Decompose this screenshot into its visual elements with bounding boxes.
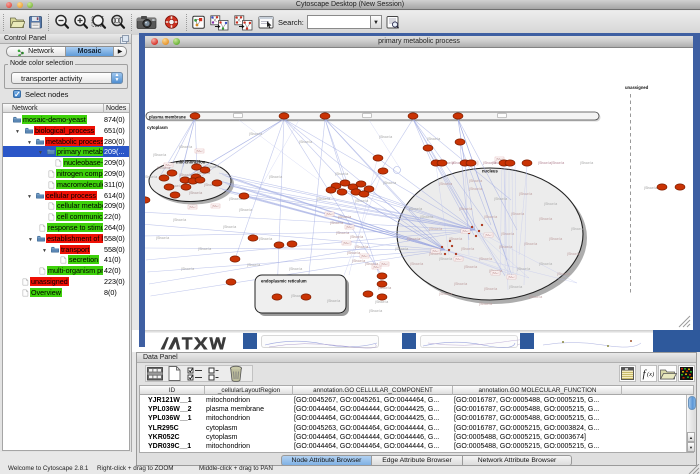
svg-text:(Show la: (Show la	[551, 161, 564, 165]
svg-text:(Show la: (Show la	[223, 225, 236, 229]
svg-text:(Show la: (Show la	[464, 265, 477, 269]
svg-text:(Show la: (Show la	[429, 227, 442, 231]
svg-text:(Show la: (Show la	[383, 181, 396, 185]
svg-text:endoplasmic reticulum: endoplasmic reticulum	[261, 279, 307, 284]
svg-text:(Sho l: (Sho l	[346, 225, 354, 229]
svg-text:(Show la: (Show la	[539, 217, 552, 221]
svg-text:(Show la: (Show la	[499, 245, 512, 249]
svg-text:(Sho l: (Sho l	[361, 254, 369, 258]
svg-text:(x): (x)	[647, 371, 654, 378]
svg-text:(Show la: (Show la	[247, 263, 260, 267]
svg-text:(Show la: (Show la	[338, 215, 351, 219]
svg-text:(Show la: (Show la	[289, 267, 302, 271]
svg-text:(Show la: (Show la	[529, 295, 542, 299]
svg-text:(Show la: (Show la	[517, 267, 530, 271]
svg-text:(Show la: (Show la	[539, 262, 552, 266]
svg-text:(Sho l: (Sho l	[373, 265, 381, 269]
svg-text:(Show la: (Show la	[524, 242, 537, 246]
svg-text:(Show la: (Show la	[375, 300, 388, 304]
svg-text:mitochondrion: mitochondrion	[176, 160, 206, 165]
svg-text:(Show la: (Show la	[519, 192, 532, 196]
svg-text:(Show la: (Show la	[379, 135, 392, 139]
svg-text:cytoplasm: cytoplasm	[147, 125, 168, 130]
svg-text:(Show la: (Show la	[355, 199, 368, 203]
svg-text:(Show la: (Show la	[153, 153, 166, 157]
svg-text:(Show la: (Show la	[409, 207, 422, 211]
svg-text:(Show la: (Show la	[439, 257, 452, 261]
svg-text:(Sho l: (Sho l	[189, 205, 197, 209]
svg-text:(Show la: (Show la	[479, 302, 492, 306]
svg-text:(Show la: (Show la	[327, 299, 340, 303]
svg-text:(Show la: (Show la	[330, 221, 343, 225]
svg-text:(Show la: (Show la	[179, 145, 192, 149]
svg-text:(Show la: (Show la	[369, 309, 382, 313]
svg-text:(Show la: (Show la	[484, 287, 497, 291]
svg-text:(Sho l: (Sho l	[432, 249, 440, 253]
svg-text:(Show la: (Show la	[509, 285, 522, 289]
svg-text:(Show la: (Show la	[189, 191, 202, 195]
svg-text:(Sho l: (Sho l	[343, 241, 351, 245]
svg-text:(Sho l: (Sho l	[508, 275, 516, 279]
svg-text:(Show la: (Show la	[299, 140, 312, 144]
svg-text:(Show la: (Show la	[580, 161, 593, 165]
svg-text:(Show la: (Show la	[198, 247, 211, 251]
svg-text:(Show la: (Show la	[544, 202, 557, 206]
svg-text:(Show la: (Show la	[179, 173, 192, 177]
svg-text:(Show la: (Show la	[173, 218, 186, 222]
svg-text:(Show la: (Show la	[249, 132, 262, 136]
svg-text:(Show la: (Show la	[538, 161, 551, 165]
svg-text:(Show la: (Show la	[335, 172, 348, 176]
svg-text:(Show la: (Show la	[156, 236, 169, 240]
svg-text:(Show la: (Show la	[479, 257, 492, 261]
svg-text:(Show la: (Show la	[395, 247, 408, 251]
svg-text:(Show la: (Show la	[571, 227, 584, 231]
svg-text:(Show la: (Show la	[439, 182, 452, 186]
svg-text:(Show la: (Show la	[259, 237, 272, 241]
svg-text:(Show la: (Show la	[336, 231, 349, 235]
svg-text:(Sho l: (Sho l	[212, 204, 220, 208]
svg-text:(Show la: (Show la	[347, 251, 360, 255]
svg-text:(Show la: (Show la	[317, 197, 330, 201]
svg-text:(Show la: (Show la	[427, 137, 440, 141]
svg-text:(Show la: (Show la	[449, 237, 462, 241]
svg-text:(Show la: (Show la	[407, 237, 420, 241]
svg-text:(Show la: (Show la	[494, 197, 507, 201]
svg-text:(Show la: (Show la	[557, 272, 570, 276]
svg-text:(Show la: (Show la	[511, 212, 524, 216]
svg-text:(Show la: (Show la	[239, 208, 252, 212]
svg-text:(Show la: (Show la	[567, 252, 580, 256]
svg-text:(Show la: (Show la	[549, 237, 562, 241]
svg-text:(Sho l: (Sho l	[492, 271, 500, 275]
svg-text:plasma membrane: plasma membrane	[149, 114, 186, 119]
svg-text:(Show la: (Show la	[145, 175, 157, 179]
svg-text:(Show la: (Show la	[469, 187, 482, 191]
svg-text:(Show la: (Show la	[459, 207, 472, 211]
svg-text:(Sho l: (Sho l	[165, 163, 173, 167]
svg-text:(Show la: (Show la	[461, 247, 474, 251]
svg-text:(Sho l: (Sho l	[485, 233, 493, 237]
svg-text:(Show la: (Show la	[501, 232, 514, 236]
svg-text:unassigned: unassigned	[625, 85, 649, 90]
svg-text:(Show la: (Show la	[454, 282, 467, 286]
svg-text:(Show la: (Show la	[181, 267, 194, 271]
svg-text:(Sho l: (Sho l	[455, 257, 463, 261]
svg-text:(Show la: (Show la	[350, 235, 363, 239]
svg-text:(Show la: (Show la	[269, 175, 282, 179]
svg-text:(Show la: (Show la	[352, 259, 365, 263]
svg-text:(Sho l: (Sho l	[462, 229, 470, 233]
svg-text:(Show la: (Show la	[484, 215, 497, 219]
svg-text:(Show la: (Show la	[439, 292, 452, 296]
svg-text:(Sho l: (Sho l	[326, 212, 334, 216]
svg-text:(Show la: (Show la	[420, 215, 433, 219]
svg-text:(Sho l: (Sho l	[381, 262, 389, 266]
svg-text:(Sho l: (Sho l	[196, 149, 204, 153]
svg-text:(Show la: (Show la	[469, 179, 482, 183]
svg-text:(Show la: (Show la	[644, 186, 657, 190]
svg-text:(Show la: (Show la	[355, 245, 368, 249]
svg-text:(Show la: (Show la	[410, 262, 423, 266]
